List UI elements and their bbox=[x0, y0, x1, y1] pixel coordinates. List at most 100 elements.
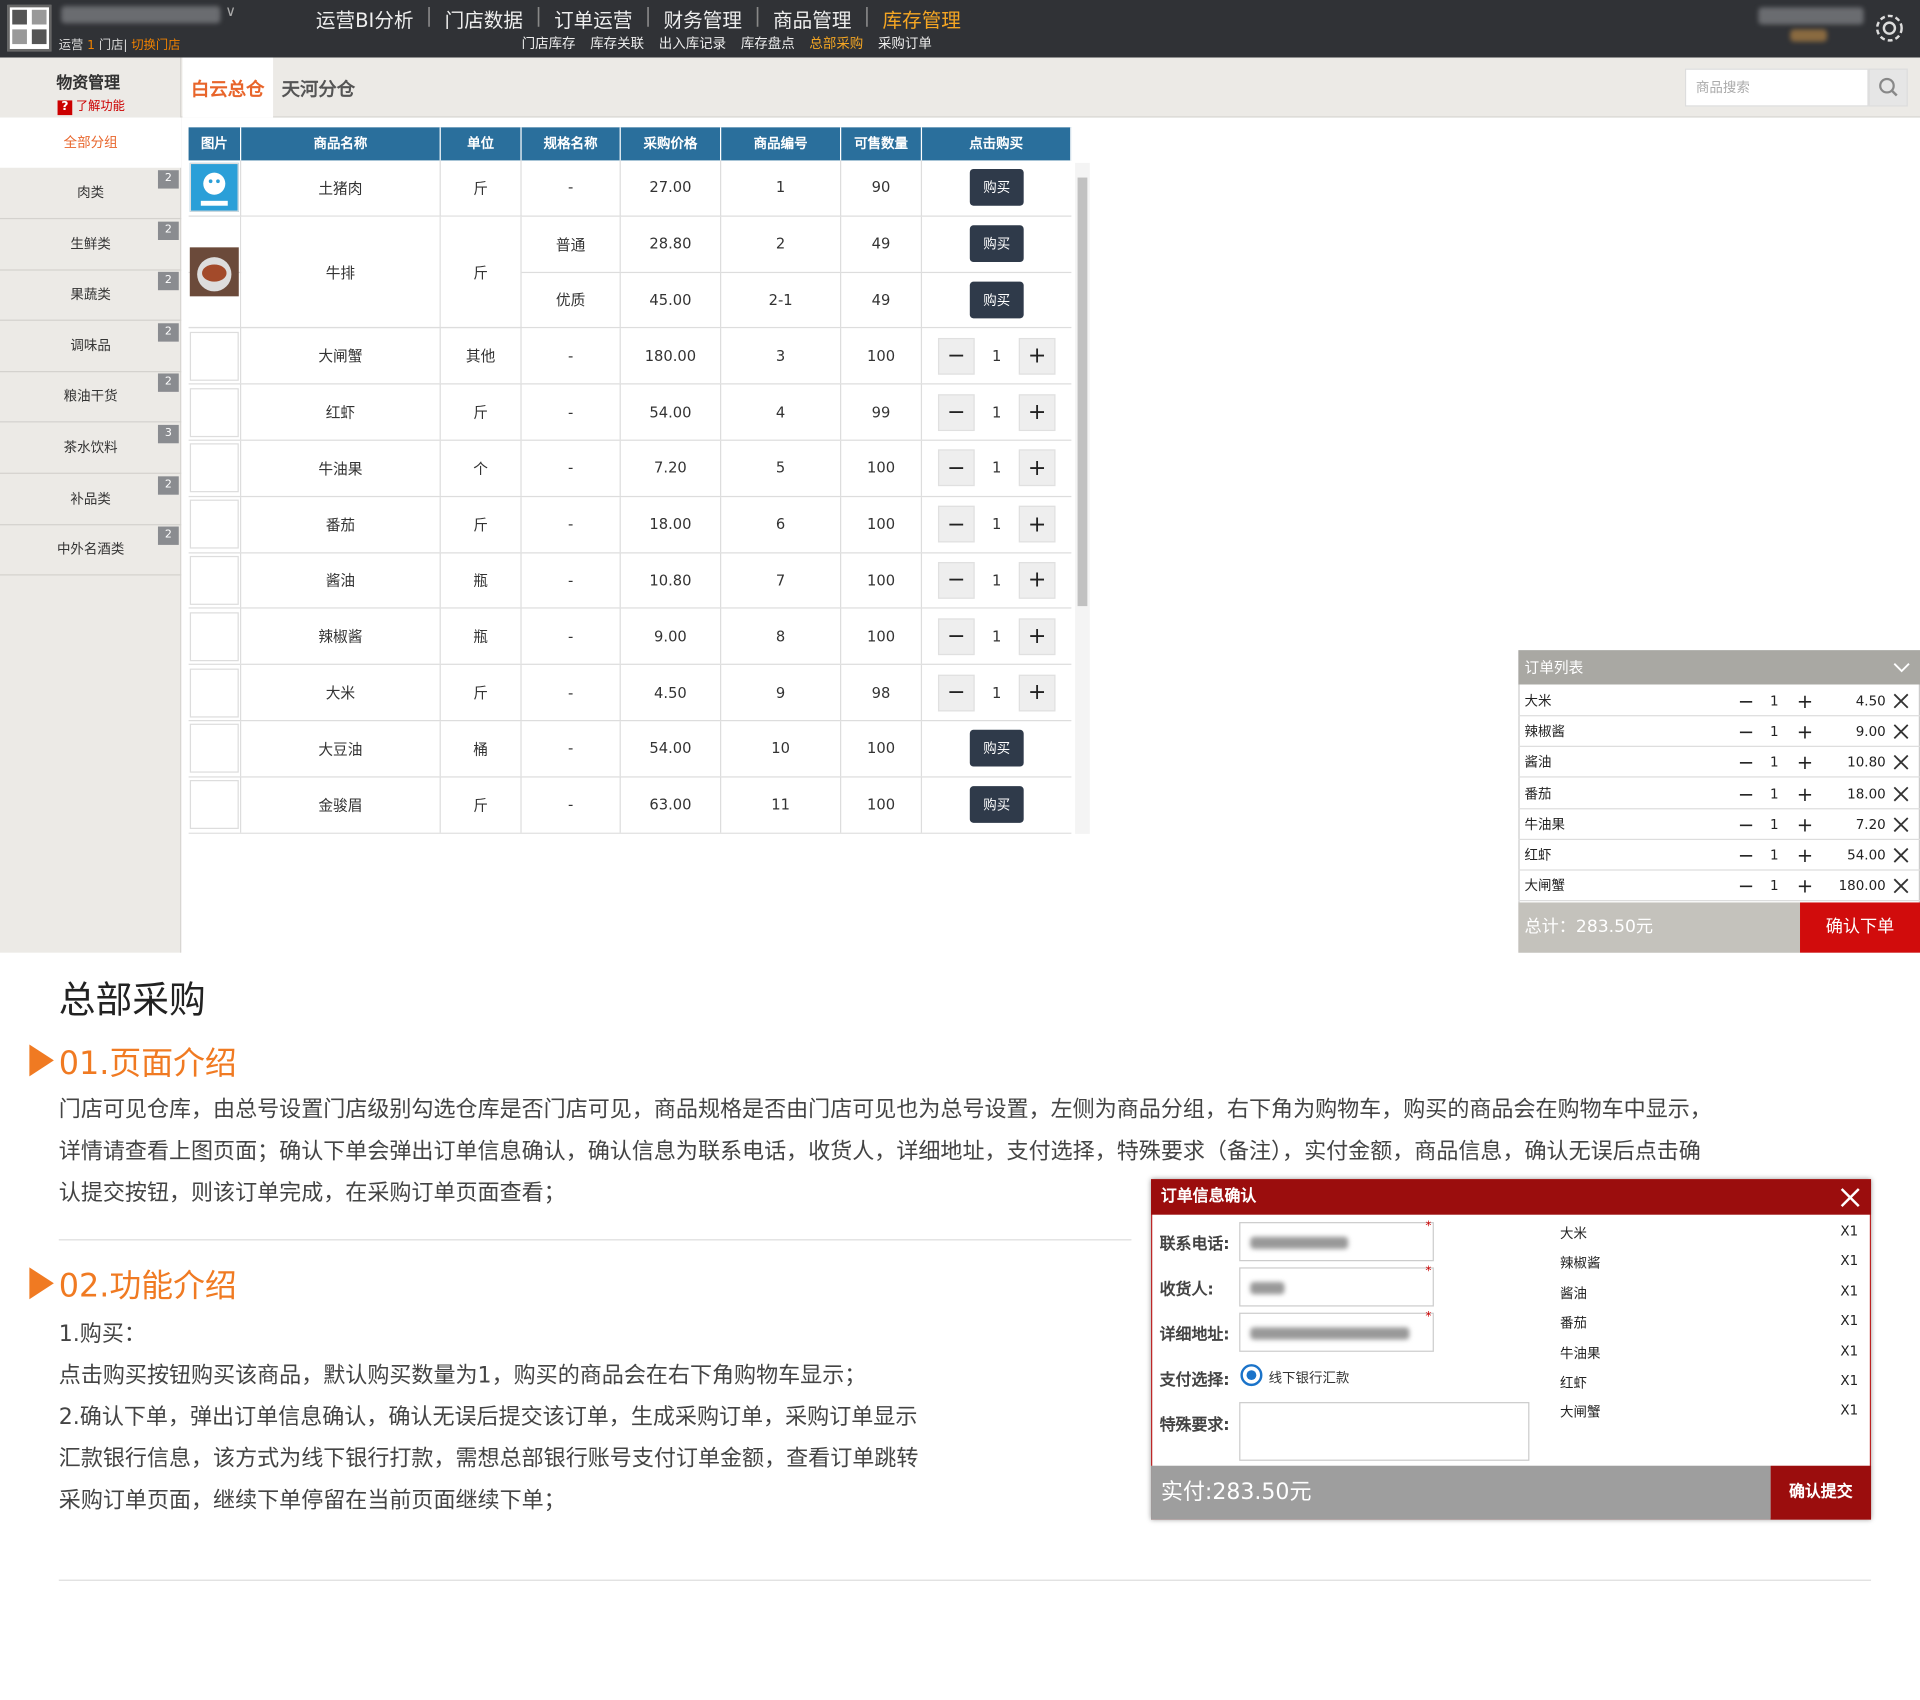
nav-inventory[interactable]: 库存管理 bbox=[880, 4, 963, 33]
quantity-value[interactable]: 1 bbox=[975, 404, 1019, 421]
action-cell: −1 + bbox=[922, 609, 1071, 664]
nav-store-data[interactable]: 门店数据 bbox=[442, 4, 525, 33]
minus-button[interactable]: − bbox=[1731, 809, 1760, 840]
order-item-qty[interactable]: 1 bbox=[1763, 717, 1785, 748]
minus-button[interactable]: − bbox=[1731, 686, 1760, 717]
receiver-field[interactable] bbox=[1239, 1267, 1434, 1307]
nav-order-ops[interactable]: 订单运营 bbox=[552, 4, 635, 33]
subnav-inout-record[interactable]: 出入库记录 bbox=[659, 33, 726, 53]
subnav-stock-link[interactable]: 库存关联 bbox=[590, 33, 644, 53]
order-item-qty[interactable]: 1 bbox=[1763, 809, 1785, 840]
pay-label: 支付选择: bbox=[1159, 1371, 1230, 1390]
order-item-qty[interactable]: 1 bbox=[1763, 871, 1785, 902]
address-field[interactable] bbox=[1239, 1312, 1434, 1352]
code-cell: 5 bbox=[721, 440, 842, 496]
quantity-value[interactable]: 1 bbox=[975, 460, 1019, 477]
quantity-value[interactable]: 1 bbox=[975, 572, 1019, 589]
plus-button[interactable]: + bbox=[1018, 449, 1056, 487]
plus-button[interactable]: + bbox=[1018, 337, 1056, 375]
search-button[interactable] bbox=[1868, 68, 1908, 107]
pay-radio[interactable] bbox=[1240, 1364, 1263, 1387]
subnav-stocktake[interactable]: 库存盘点 bbox=[741, 33, 795, 53]
close-icon[interactable] bbox=[1893, 693, 1909, 713]
minus-button[interactable]: − bbox=[937, 562, 975, 599]
buy-button[interactable]: 购买 bbox=[969, 281, 1024, 319]
order-item-qty[interactable]: 1 bbox=[1763, 840, 1785, 871]
confirm-order-button[interactable]: 确认下单 bbox=[1800, 902, 1920, 953]
plus-button[interactable]: + bbox=[1790, 717, 1819, 748]
minus-button[interactable]: − bbox=[937, 449, 975, 487]
submit-button[interactable]: 确认提交 bbox=[1770, 1465, 1872, 1520]
buy-button[interactable]: 购买 bbox=[969, 786, 1024, 824]
plus-button[interactable]: + bbox=[1018, 618, 1056, 655]
chevron-down-icon[interactable]: ∨ bbox=[225, 2, 236, 19]
dialog-item-qty: X1 bbox=[1840, 1402, 1859, 1419]
plus-button[interactable]: + bbox=[1790, 840, 1819, 871]
plus-button[interactable]: + bbox=[1018, 562, 1056, 599]
plus-button[interactable]: + bbox=[1790, 871, 1819, 902]
gear-icon[interactable] bbox=[1871, 10, 1908, 47]
order-item-qty[interactable]: 1 bbox=[1763, 747, 1785, 778]
plus-button[interactable]: + bbox=[1790, 747, 1819, 778]
nav-goods[interactable]: 商品管理 bbox=[771, 4, 854, 33]
quantity-value[interactable]: 1 bbox=[975, 628, 1019, 645]
sidebar-item[interactable]: 生鲜类 2 bbox=[0, 219, 182, 271]
close-icon[interactable] bbox=[1893, 724, 1909, 744]
plus-button[interactable]: + bbox=[1018, 393, 1056, 431]
plus-button[interactable]: + bbox=[1018, 505, 1056, 543]
minus-button[interactable]: − bbox=[1731, 840, 1760, 871]
minus-button[interactable]: − bbox=[937, 505, 975, 543]
minus-button[interactable]: − bbox=[1731, 747, 1760, 778]
tab-baiyun-warehouse[interactable]: 白云总仓 bbox=[182, 57, 274, 118]
close-icon[interactable] bbox=[1893, 847, 1909, 867]
minus-button[interactable]: − bbox=[937, 393, 975, 431]
product-name: 大豆油 bbox=[241, 721, 441, 777]
close-icon[interactable] bbox=[1893, 786, 1909, 806]
close-icon[interactable] bbox=[1839, 1187, 1861, 1209]
phone-field[interactable] bbox=[1239, 1222, 1434, 1262]
sidebar-item[interactable]: 肉类 2 bbox=[0, 168, 182, 220]
sidebar-item[interactable]: 粮油干货 2 bbox=[0, 372, 182, 423]
plus-button[interactable]: + bbox=[1790, 686, 1819, 717]
buy-button[interactable]: 购买 bbox=[969, 730, 1024, 768]
help-link[interactable]: ? 了解功能 bbox=[57, 96, 125, 116]
minus-button[interactable]: − bbox=[937, 618, 975, 655]
table-row: 辣椒酱瓶 -9.00 8 100−1 + bbox=[188, 609, 1072, 666]
category-all[interactable]: 全部分组 bbox=[0, 117, 182, 168]
switch-store-link[interactable]: 切换门店 bbox=[131, 39, 180, 52]
chevron-down-icon[interactable] bbox=[1893, 660, 1910, 675]
close-icon[interactable] bbox=[1893, 878, 1909, 898]
scrollbar-thumb[interactable] bbox=[1077, 177, 1088, 607]
plus-button[interactable]: + bbox=[1790, 778, 1819, 809]
close-icon[interactable] bbox=[1893, 816, 1909, 836]
subnav-hq-purchase[interactable]: 总部采购 bbox=[809, 33, 863, 53]
buy-button[interactable]: 购买 bbox=[969, 225, 1024, 263]
remark-textarea[interactable] bbox=[1239, 1402, 1530, 1461]
quantity-value[interactable]: 1 bbox=[975, 684, 1019, 701]
nav-bi[interactable]: 运营BI分析 bbox=[313, 4, 415, 33]
close-icon[interactable] bbox=[1893, 755, 1909, 775]
sidebar-item[interactable]: 补品类 2 bbox=[0, 473, 182, 525]
order-item-qty[interactable]: 1 bbox=[1763, 778, 1785, 809]
plus-button[interactable]: + bbox=[1018, 674, 1056, 711]
order-item-qty[interactable]: 1 bbox=[1763, 686, 1785, 717]
sidebar-item[interactable]: 中外名酒类 2 bbox=[0, 524, 182, 576]
plus-button[interactable]: + bbox=[1790, 809, 1819, 840]
sidebar-item[interactable]: 茶水饮料 3 bbox=[0, 422, 182, 474]
minus-button[interactable]: − bbox=[1731, 871, 1760, 902]
subnav-purchase-orders[interactable]: 采购订单 bbox=[878, 33, 932, 53]
table-row: 大闸蟹 其他 -180.00 3 100−1 + bbox=[188, 328, 1072, 385]
nav-finance[interactable]: 财务管理 bbox=[661, 4, 744, 33]
quantity-value[interactable]: 1 bbox=[975, 516, 1019, 533]
minus-button[interactable]: − bbox=[1731, 717, 1760, 748]
minus-button[interactable]: − bbox=[1731, 778, 1760, 809]
buy-button[interactable]: 购买 bbox=[969, 169, 1024, 207]
sidebar-item[interactable]: 果蔬类 2 bbox=[0, 270, 182, 322]
tab-tianhe-warehouse[interactable]: 天河分仓 bbox=[282, 58, 355, 122]
search-input[interactable]: 商品搜索 bbox=[1684, 68, 1869, 107]
minus-button[interactable]: − bbox=[937, 674, 975, 711]
minus-button[interactable]: − bbox=[937, 337, 975, 375]
quantity-value[interactable]: 1 bbox=[975, 347, 1019, 364]
sidebar-item[interactable]: 调味品 2 bbox=[0, 321, 182, 372]
subnav-store-stock[interactable]: 门店库存 bbox=[522, 33, 576, 53]
